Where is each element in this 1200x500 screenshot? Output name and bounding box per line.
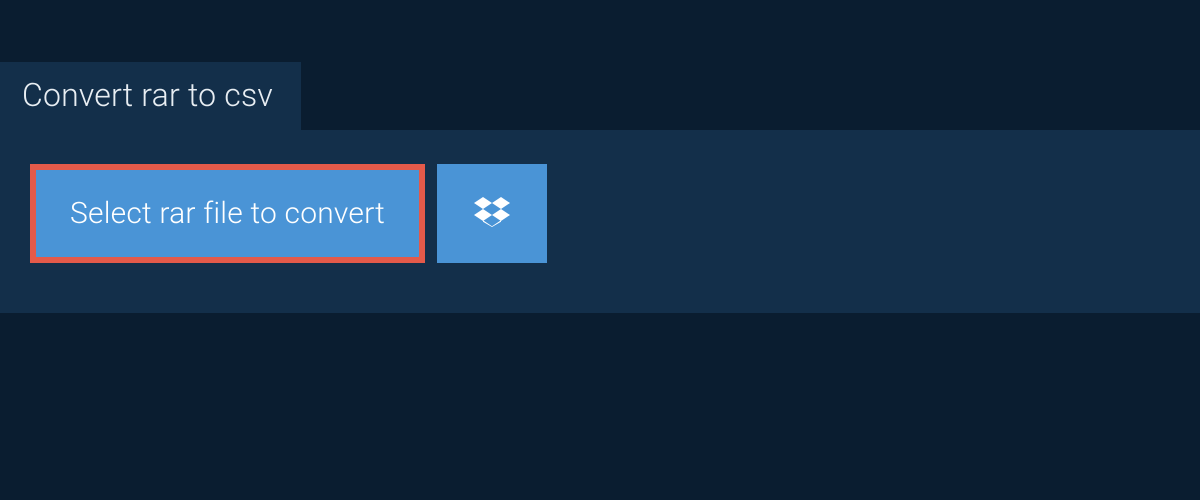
tab-bar: Convert rar to csv <box>0 0 1200 130</box>
button-row: Select rar file to convert <box>30 164 1170 263</box>
dropbox-button[interactable] <box>437 164 547 263</box>
conversion-panel: Select rar file to convert <box>0 130 1200 313</box>
select-file-button[interactable]: Select rar file to convert <box>30 164 425 263</box>
select-file-label: Select rar file to convert <box>70 196 385 231</box>
dropbox-icon <box>474 194 510 234</box>
tab-convert[interactable]: Convert rar to csv <box>0 62 301 130</box>
tab-title: Convert rar to csv <box>22 76 273 114</box>
